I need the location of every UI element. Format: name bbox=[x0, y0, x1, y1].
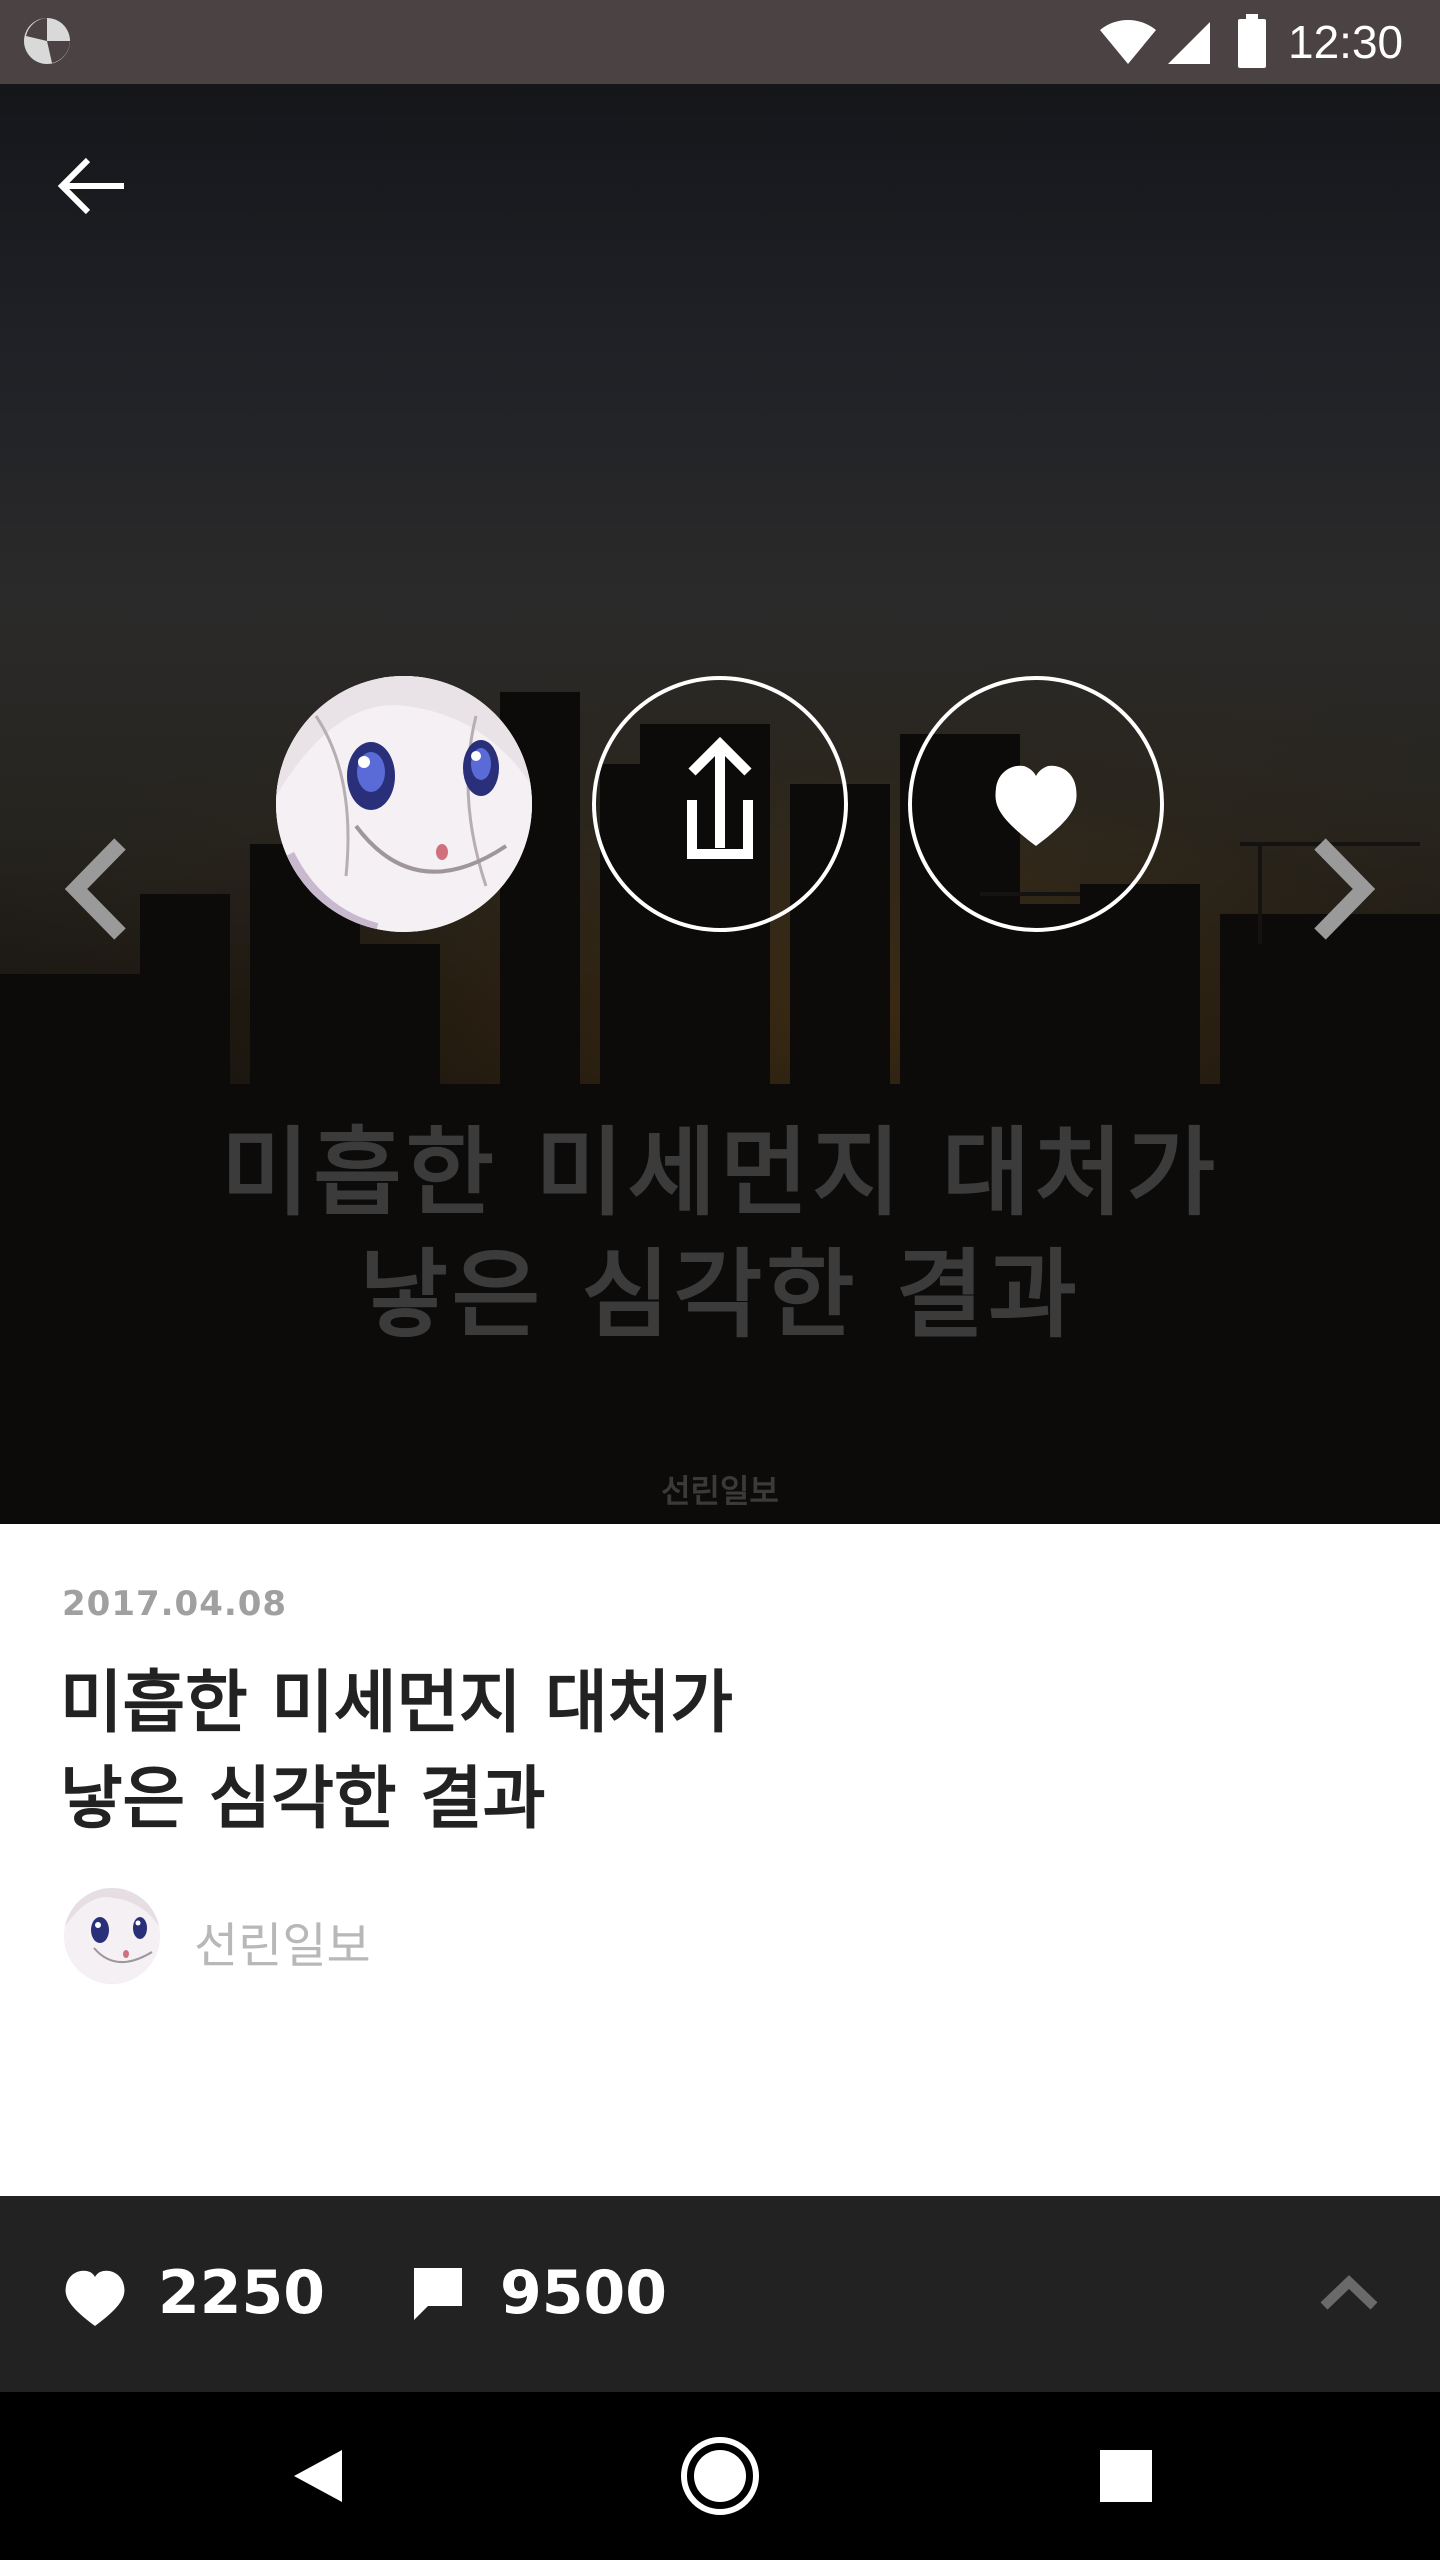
nav-recents-icon[interactable] bbox=[1100, 2450, 1152, 2502]
wifi-icon bbox=[1100, 19, 1156, 65]
action-bar: 2250 9500 bbox=[0, 2196, 1440, 2392]
nav-home-icon[interactable] bbox=[680, 2436, 760, 2516]
hero-image: 미흡한 미세먼지 대처가 낳은 심각한 결과 선린일보 bbox=[0, 84, 1440, 1524]
app-logo-icon bbox=[24, 18, 70, 64]
article-title-line1: 미흡한 미세먼지 대처가 bbox=[60, 1664, 733, 1743]
author-avatar-large[interactable] bbox=[276, 676, 532, 932]
hero-title: 미흡한 미세먼지 대처가 낳은 심각한 결과 bbox=[0, 1112, 1440, 1356]
heart-icon[interactable] bbox=[62, 2268, 128, 2328]
system-nav-bar bbox=[0, 2392, 1440, 2560]
back-arrow-icon[interactable] bbox=[54, 148, 130, 224]
battery-icon bbox=[1238, 14, 1266, 68]
chevron-right-icon[interactable] bbox=[1300, 834, 1380, 944]
article-date: 2017.04.08 bbox=[62, 1584, 288, 1624]
comment-icon[interactable] bbox=[410, 2264, 466, 2324]
hero-source: 선린일보 bbox=[661, 1472, 779, 1510]
hero-title-line2: 낳은 심각한 결과 bbox=[359, 1239, 1081, 1351]
comment-count: 9500 bbox=[500, 2258, 667, 2328]
status-time: 12:30 bbox=[1288, 16, 1404, 68]
author-name[interactable]: 선린일보 bbox=[194, 1906, 371, 1976]
status-bar: 12:30 bbox=[0, 0, 1440, 84]
nav-back-icon[interactable] bbox=[290, 2446, 346, 2506]
anime-avatar-image bbox=[64, 1888, 160, 1984]
like-count: 2250 bbox=[158, 2258, 325, 2328]
share-button[interactable] bbox=[592, 676, 848, 932]
article-title: 미흡한 미세먼지 대처가 낳은 심각한 결과 bbox=[60, 1656, 733, 1848]
author-avatar[interactable] bbox=[64, 1888, 160, 1984]
heart-icon bbox=[995, 765, 1077, 846]
hero-title-line1: 미흡한 미세먼지 대처가 bbox=[220, 1117, 1220, 1229]
signal-icon bbox=[1168, 22, 1210, 64]
like-button[interactable] bbox=[908, 676, 1164, 932]
article-title-line2: 낳은 심각한 결과 bbox=[60, 1760, 546, 1839]
chevron-left-icon[interactable] bbox=[60, 834, 140, 944]
share-icon bbox=[687, 736, 753, 859]
chevron-up-icon[interactable] bbox=[1318, 2272, 1380, 2312]
anime-avatar-image bbox=[276, 676, 532, 932]
